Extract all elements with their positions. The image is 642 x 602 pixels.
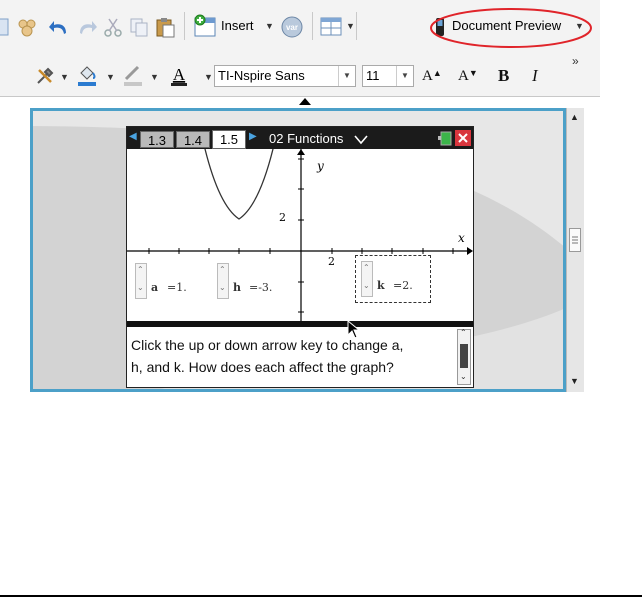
- handheld-preview: ◀ 1.3 1.4 1.5 ▶ 02 Functions y x 2 2 ⌃ ⌄…: [126, 126, 474, 388]
- slider-k-down-icon[interactable]: ⌄: [363, 281, 370, 290]
- question-panel[interactable]: Click the up or down arrow key to change…: [127, 327, 473, 387]
- italic-button[interactable]: I: [532, 66, 538, 86]
- copy-icon[interactable]: [128, 16, 150, 38]
- splitter-arrow-icon[interactable]: [298, 96, 312, 106]
- question-scrollbar[interactable]: ⌃ ⌄: [457, 328, 471, 385]
- font-family-select[interactable]: TI-Nspire Sans ▼: [214, 65, 356, 87]
- slider-a-name: a: [151, 281, 159, 294]
- tools-icon[interactable]: [34, 65, 56, 87]
- slider-a[interactable]: ⌃ ⌄: [135, 263, 147, 299]
- tools-dropdown-caret[interactable]: ▼: [60, 72, 69, 82]
- tab-scroll-left-icon[interactable]: ◀: [129, 131, 137, 142]
- tab-1-5[interactable]: 1.5: [212, 130, 246, 149]
- font-size-dropdown-arrow[interactable]: ▼: [396, 66, 413, 86]
- decrease-font-button[interactable]: A▼: [458, 68, 478, 85]
- question-scroll-down-icon[interactable]: ⌄: [460, 372, 467, 381]
- line-color-icon[interactable]: [122, 64, 144, 86]
- question-scroll-thumb[interactable]: [460, 344, 468, 368]
- y-tick-label: 2: [279, 211, 286, 224]
- increase-font-button[interactable]: A▲: [422, 68, 442, 85]
- problem-menu-chevron-icon[interactable]: [353, 133, 369, 145]
- fill-color-icon[interactable]: [76, 64, 98, 86]
- mouse-cursor-icon: [347, 320, 361, 339]
- down-arrow-icon: ▼: [468, 68, 478, 78]
- insert-dropdown-caret[interactable]: ▼: [265, 21, 274, 31]
- slider-a-down-icon[interactable]: ⌄: [137, 283, 144, 292]
- undo-icon[interactable]: [48, 16, 70, 38]
- paste-icon[interactable]: [154, 16, 176, 38]
- page-layout-dropdown-caret[interactable]: ▼: [346, 21, 355, 31]
- slider-k-value: =2.: [393, 279, 413, 292]
- slider-h-value: =-3.: [249, 281, 273, 294]
- font-size-value: 11: [366, 68, 380, 83]
- bottom-rule: [0, 595, 642, 597]
- tab-1-3[interactable]: 1.3: [140, 131, 174, 148]
- battery-icon: [438, 131, 452, 146]
- variables-button[interactable]: var: [280, 15, 304, 39]
- page-layout-icon[interactable]: [320, 16, 342, 38]
- slider-k-up-icon[interactable]: ⌃: [363, 263, 370, 272]
- close-icon[interactable]: [455, 130, 471, 146]
- toolbar-overflow-button[interactable]: »: [572, 54, 579, 68]
- insert-button[interactable]: Insert: [221, 18, 254, 33]
- main-toolbar: Insert ▼ var ▼ Document Preview ▼: [0, 0, 600, 57]
- font-family-value: TI-Nspire Sans: [218, 68, 305, 83]
- bold-button[interactable]: B: [498, 66, 509, 86]
- svg-text:A: A: [173, 65, 186, 84]
- fill-color-dropdown-caret[interactable]: ▼: [106, 72, 115, 82]
- font-size-select[interactable]: 11 ▼: [362, 65, 414, 87]
- svg-text:var: var: [286, 23, 298, 32]
- slider-h[interactable]: ⌃ ⌄: [217, 263, 229, 299]
- font-family-dropdown-arrow[interactable]: ▼: [338, 66, 355, 86]
- slider-k-name: k: [377, 279, 385, 292]
- up-arrow-icon: ▲: [432, 68, 442, 78]
- insert-icon[interactable]: [192, 14, 218, 38]
- slider-a-value: =1.: [167, 281, 187, 294]
- slider-h-name: h: [233, 281, 241, 294]
- tab-1-4[interactable]: 1.4: [176, 131, 210, 148]
- page-icon[interactable]: [0, 16, 10, 38]
- x-tick-label: 2: [328, 255, 335, 268]
- x-axis-label: x: [458, 231, 465, 245]
- decrease-font-label: A: [458, 68, 469, 84]
- y-axis-label: y: [317, 159, 324, 173]
- graph-area[interactable]: y x 2 2 ⌃ ⌄ a =1. ⌃ ⌄ h =-3. ⌃ ⌄ k =2.: [127, 148, 473, 321]
- device-header: ◀ 1.3 1.4 1.5 ▶ 02 Functions: [127, 127, 473, 149]
- increase-font-label: A: [422, 68, 433, 84]
- highlight-ellipse: [430, 8, 592, 48]
- slider-k[interactable]: ⌃ ⌄: [361, 261, 373, 297]
- text-color-icon[interactable]: A: [168, 64, 190, 86]
- scroll-down-arrow-icon[interactable]: ▼: [570, 376, 579, 386]
- slider-h-up-icon[interactable]: ⌃: [219, 265, 226, 274]
- line-color-dropdown-caret[interactable]: ▼: [150, 72, 159, 82]
- problem-title[interactable]: 02 Functions: [269, 131, 343, 146]
- question-scroll-up-icon[interactable]: ⌃: [460, 328, 467, 337]
- cut-icon[interactable]: [102, 16, 124, 38]
- slider-h-down-icon[interactable]: ⌄: [219, 283, 226, 292]
- text-color-dropdown-caret[interactable]: ▼: [204, 72, 213, 82]
- question-line-1: Click the up or down arrow key to change…: [131, 337, 404, 353]
- group-icon[interactable]: [16, 16, 38, 38]
- tab-scroll-right-icon[interactable]: ▶: [249, 131, 257, 142]
- vertical-scrollbar[interactable]: ▲ ▼: [566, 108, 584, 392]
- format-toolbar: ▼ ▼ ▼ A ▼ TI-Nspire Sans ▼ 11 ▼ A▲ A▼ B …: [0, 54, 600, 97]
- redo-icon[interactable]: [76, 16, 98, 38]
- scrollbar-thumb[interactable]: [569, 228, 581, 252]
- slider-a-up-icon[interactable]: ⌃: [137, 265, 144, 274]
- scroll-up-arrow-icon[interactable]: ▲: [570, 112, 579, 122]
- question-line-2: h, and k. How does each affect the graph…: [131, 359, 394, 375]
